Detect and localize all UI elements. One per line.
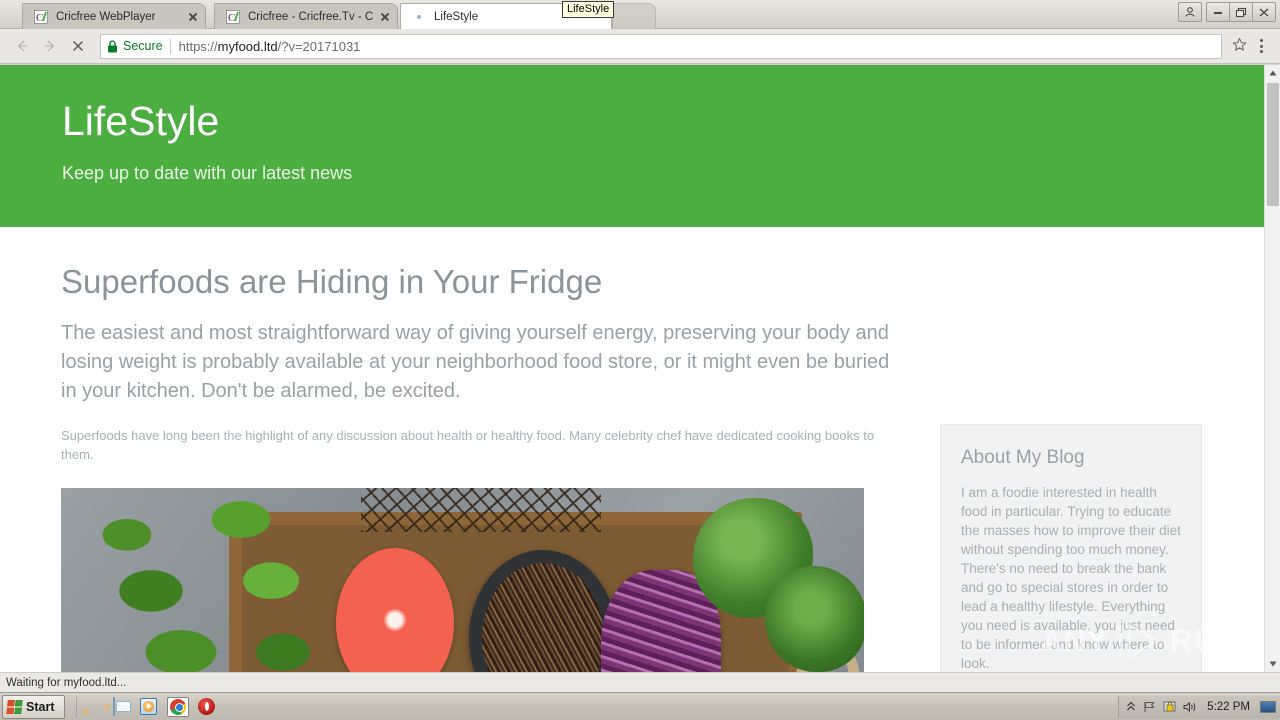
tray-speaker-icon[interactable] [1183,701,1197,713]
minimize-button[interactable] [1206,2,1230,22]
article-photo [61,488,864,672]
stop-x-icon [72,40,84,52]
page-scrollbar[interactable] [1264,65,1280,672]
bookmark-star-icon[interactable] [1228,37,1250,55]
three-dot-menu-icon[interactable] [1250,39,1272,53]
opera-icon [198,697,216,715]
scrollbar-up-arrow[interactable] [1265,65,1280,81]
loading-icon [411,9,427,25]
security-status-label: Secure [123,39,163,53]
browser-toolbar: Secure https://myfood.ltd/?v=20171031 [0,29,1280,64]
lock-icon [107,39,118,53]
sidebar-about-blog: About My Blog I am a foodie interested i… [940,424,1202,672]
window-controls [1178,2,1276,22]
article-title: Superfoods are Hiding in Your Fridge [61,263,603,300]
browser-tab-1-title: Cricfree WebPlayer [56,10,156,23]
folder-icon [113,696,116,716]
close-button[interactable] [1252,2,1276,22]
tray-clock[interactable]: 5:22 PM [1204,701,1253,713]
windows-taskbar: Start 5:22 PM [0,692,1280,720]
svg-text:C: C [36,12,43,24]
browser-tab-2-close-icon[interactable] [377,9,393,25]
stop-button[interactable] [64,32,92,60]
omnibox-divider [169,38,171,54]
back-arrow-icon [17,40,27,52]
restore-icon [1235,7,1247,17]
article: Superfoods are Hiding in Your Fridge The… [61,262,896,672]
tray-display-icon[interactable] [1260,700,1276,713]
scattered-rice [361,488,601,532]
cricfree-icon: C [225,9,241,25]
browser-tabstrip: C Cricfree WebPlayer C Cricfree - Cricfr… [0,0,1280,29]
sidebar-title: About My Blog [961,447,1085,468]
tray-security-shield-icon[interactable] [1163,700,1176,713]
web-page: LifeStyle Keep up to date with our lates… [0,65,1264,672]
profile-button[interactable] [1178,2,1202,22]
address-bar[interactable]: Secure https://myfood.ltd/?v=20171031 [100,33,1222,59]
quick-launch-bar [82,696,216,717]
tray-expand-chevron-up-icon[interactable] [1126,701,1136,712]
scrollbar-down-arrow[interactable] [1265,656,1280,672]
browser-tab-1-close-icon[interactable] [185,9,201,25]
taskbar-item-file-explorer[interactable] [113,696,131,716]
system-tray: 5:22 PM [1118,695,1280,718]
chrome-icon [170,698,187,715]
status-bar-text: Waiting for myfood.ltd... [6,676,127,689]
close-icon [1259,8,1269,16]
browser-window: C Cricfree WebPlayer C Cricfree - Cricfr… [0,0,1280,692]
user-icon [1185,7,1195,17]
site-tagline: Keep up to date with our latest news [62,163,353,183]
browser-tab-2-title: Cricfree - Cricfree.Tv - Crick [248,10,373,23]
svg-text:C: C [228,12,235,24]
tab-tooltip: LifeStyle [562,1,615,18]
taskbar-item-internet-explorer[interactable] [86,698,104,716]
tray-flag-icon[interactable] [1143,701,1156,713]
address-bar-url: https://myfood.ltd/?v=20171031 [178,38,361,54]
minimize-icon [1214,12,1222,14]
start-button[interactable]: Start [2,694,66,719]
page-viewport: LifeStyle Keep up to date with our lates… [0,65,1280,672]
article-lead-paragraph: The easiest and most straightforward way… [61,322,890,402]
site-title: LifeStyle [62,98,220,144]
forward-button[interactable] [36,32,64,60]
taskbar-separator [76,696,78,717]
start-button-label: Start [26,699,55,714]
taskbar-item-opera[interactable] [198,697,216,716]
media-player-icon [140,697,158,715]
taskbar-item-media-player[interactable] [140,697,158,716]
sidebar-text: I am a foodie interested in health food … [961,485,1181,671]
broccoli-floret-2 [765,566,864,672]
browser-tab-new-placeholder[interactable] [612,3,656,29]
back-button[interactable] [8,32,36,60]
site-header: LifeStyle Keep up to date with our lates… [0,65,1264,227]
scrollbar-thumb[interactable] [1267,83,1279,206]
taskbar-item-google-chrome[interactable] [167,696,190,717]
browser-status-bar: Waiting for myfood.ltd... [0,672,1280,692]
cricfree-icon: C [33,9,49,25]
article-body-paragraph: Superfoods have long been the highlight … [61,428,875,462]
browser-tab-2[interactable]: C Cricfree - Cricfree.Tv - Crick [214,3,398,29]
forward-arrow-icon [45,40,55,52]
fresh-herbs [61,494,361,672]
windows-logo-icon [6,699,23,714]
browser-tab-1[interactable]: C Cricfree WebPlayer [22,3,206,29]
maximize-button[interactable] [1229,2,1253,22]
